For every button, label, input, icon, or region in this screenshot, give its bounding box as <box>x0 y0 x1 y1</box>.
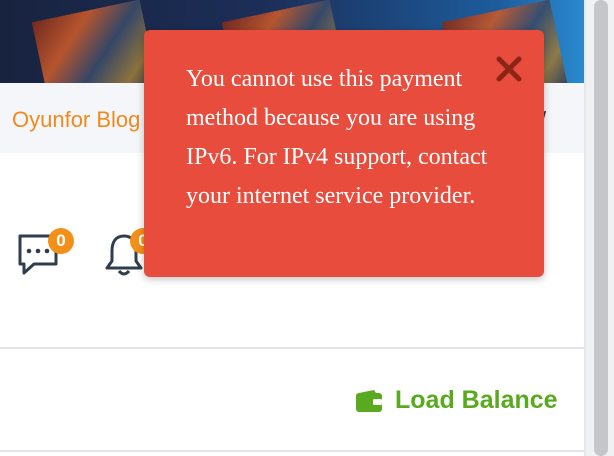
error-toast: You cannot use this payment method becau… <box>144 30 544 277</box>
load-balance-label: Load Balance <box>395 386 558 414</box>
close-icon <box>496 56 522 82</box>
blog-link[interactable]: Oyunfor Blog <box>12 107 140 133</box>
wallet-icon <box>356 389 382 412</box>
section-divider <box>0 450 586 452</box>
section-divider <box>0 347 586 349</box>
scrollbar-thumb[interactable] <box>594 0 608 456</box>
toast-message: You cannot use this payment method becau… <box>186 66 488 209</box>
game-thumbnail <box>31 0 159 83</box>
messages-count-badge: 0 <box>48 228 74 254</box>
toast-close-button[interactable] <box>494 54 524 84</box>
load-balance-button[interactable]: Load Balance <box>355 386 558 415</box>
